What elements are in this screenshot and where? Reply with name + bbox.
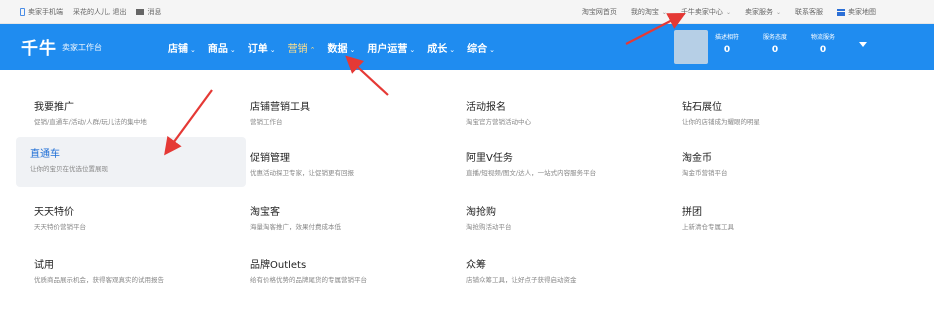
seller-services-link[interactable]: 卖家服务 ⌄ <box>745 7 781 17</box>
chevron-down-icon: ⌄ <box>229 45 236 54</box>
contact-support-link[interactable]: 联系客服 <box>795 7 823 17</box>
chevron-down-icon: ⌄ <box>190 45 196 54</box>
menu-icon <box>837 8 845 16</box>
chevron-down-icon: ⌄ <box>349 45 356 54</box>
logo[interactable]: 千牛 <box>21 34 57 59</box>
chevron-down-icon: ⌄ <box>775 9 781 16</box>
chevron-down-icon: ⌄ <box>269 45 276 54</box>
menu-item-trial[interactable]: 试用 优质商品展示机会，获得客观真实的试用报告 <box>20 248 250 298</box>
nav-item-growth[interactable]: 成长 ⌄ <box>427 40 455 55</box>
menu-item-flash-sale[interactable]: 淘抢购 淘抢购活动平台 <box>452 195 682 245</box>
phone-icon <box>20 8 25 16</box>
seller-map-link[interactable]: 卖家地图 <box>837 7 876 17</box>
chevron-down-icon: ⌄ <box>661 9 667 16</box>
nav-item-store[interactable]: 店铺 ⌄ <box>168 40 196 55</box>
menu-item-promotion-management[interactable]: 促销管理 优惠活动探卫专家，让促销更有回报 <box>236 141 466 191</box>
taobao-home-link[interactable]: 淘宝网首页 <box>582 7 617 17</box>
main-nav: 店铺 ⌄ 商品 ⌄ 订单 ⌄ 营销 ⌃ 数据 ⌄ 用户运营 ⌄ 成长 ⌄ 综合 ⌄ <box>168 24 495 70</box>
menu-item-ali-v-task[interactable]: 阿里V任务 直播/短视频/图文/达人，一站式内容服务平台 <box>452 141 682 191</box>
mobile-seller-link[interactable]: 卖家手机端 <box>20 7 63 17</box>
seller-center-link[interactable]: 千牛卖家中心 ⌄ <box>681 7 731 17</box>
my-taobao-link[interactable]: 我的淘宝 ⌄ <box>631 7 667 17</box>
menu-item-taobaoke[interactable]: 淘宝客 海量淘客推广，效果付费成本低 <box>236 195 466 245</box>
menu-item-daily-special[interactable]: 天天特价 天天特价营销平台 <box>20 195 250 245</box>
menu-item-store-marketing-tools[interactable]: 店铺营销工具 营销工作台 <box>236 90 466 140</box>
stat-description: 描述相符 0 <box>714 34 739 55</box>
menu-item-diamond-booth[interactable]: 钻石展位 让你的店铺成为耀眼的明星 <box>668 90 898 140</box>
nav-item-products[interactable]: 商品 ⌄ <box>208 40 236 55</box>
menu-item-event-signup[interactable]: 活动报名 淘宝官方营销活动中心 <box>452 90 682 140</box>
main-header: 千牛 卖家工作台 店铺 ⌄ 商品 ⌄ 订单 ⌄ 营销 ⌃ 数据 ⌄ 用户运营 ⌄ 成长 ⌄ 综… <box>0 24 934 70</box>
menu-item-taojinbi[interactable]: 淘金币 淘金币营销平台 <box>668 141 898 191</box>
chevron-down-icon: ⌄ <box>449 45 456 54</box>
shop-rating-stats: 描述相符 0 服务态度 0 物流服务 0 <box>710 32 840 55</box>
nav-item-general[interactable]: 综合 ⌄ <box>467 40 495 55</box>
logo-subtitle: 卖家工作台 <box>62 43 102 52</box>
stat-service: 服务态度 0 <box>762 34 787 55</box>
menu-item-promotion[interactable]: 我要推广 促销/直通车/活动/人群/玩儿法的集中地 <box>20 90 250 140</box>
top-utility-bar: 卖家手机端 采花的人儿, 退出 消息 淘宝网首页 我的淘宝 ⌄ 千牛卖家中心 ⌄ 卖… <box>0 0 934 24</box>
chevron-down-icon: ⌄ <box>725 9 731 16</box>
menu-item-zhitongche[interactable]: 直通车 让你的宝贝在优选位置展现 <box>16 137 246 187</box>
user-logout-link[interactable]: 采花的人儿, 退出 <box>73 7 126 17</box>
stat-logistics: 物流服务 0 <box>810 34 835 55</box>
menu-item-brand-outlets[interactable]: 品牌Outlets 给有价格优势的品牌尾货的专属营销平台 <box>236 248 466 298</box>
chevron-up-icon: ⌃ <box>309 45 316 54</box>
chevron-down-icon: ⌄ <box>409 45 416 54</box>
menu-item-group-buy[interactable]: 拼团 上新清仓专属工具 <box>668 195 898 245</box>
messages-link[interactable]: 消息 <box>136 7 161 17</box>
caret-down-icon[interactable] <box>859 42 867 47</box>
mail-icon <box>136 9 145 15</box>
nav-item-orders[interactable]: 订单 ⌄ <box>248 40 276 55</box>
nav-item-marketing[interactable]: 营销 ⌃ <box>288 40 316 55</box>
chevron-down-icon: ⌄ <box>489 45 495 54</box>
nav-item-data[interactable]: 数据 ⌄ <box>328 40 356 55</box>
nav-item-user-ops[interactable]: 用户运营 ⌄ <box>367 40 415 55</box>
avatar[interactable] <box>674 30 708 64</box>
menu-item-crowdfunding[interactable]: 众筹 店铺众筹工具，让好点子获得启动资金 <box>452 248 682 298</box>
